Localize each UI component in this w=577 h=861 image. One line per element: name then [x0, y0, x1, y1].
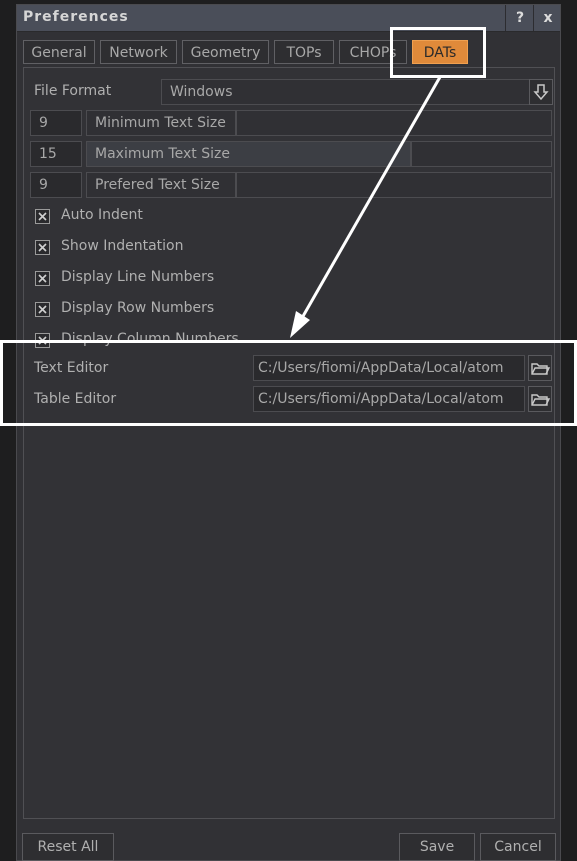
annotation-arrow-icon — [290, 76, 442, 338]
